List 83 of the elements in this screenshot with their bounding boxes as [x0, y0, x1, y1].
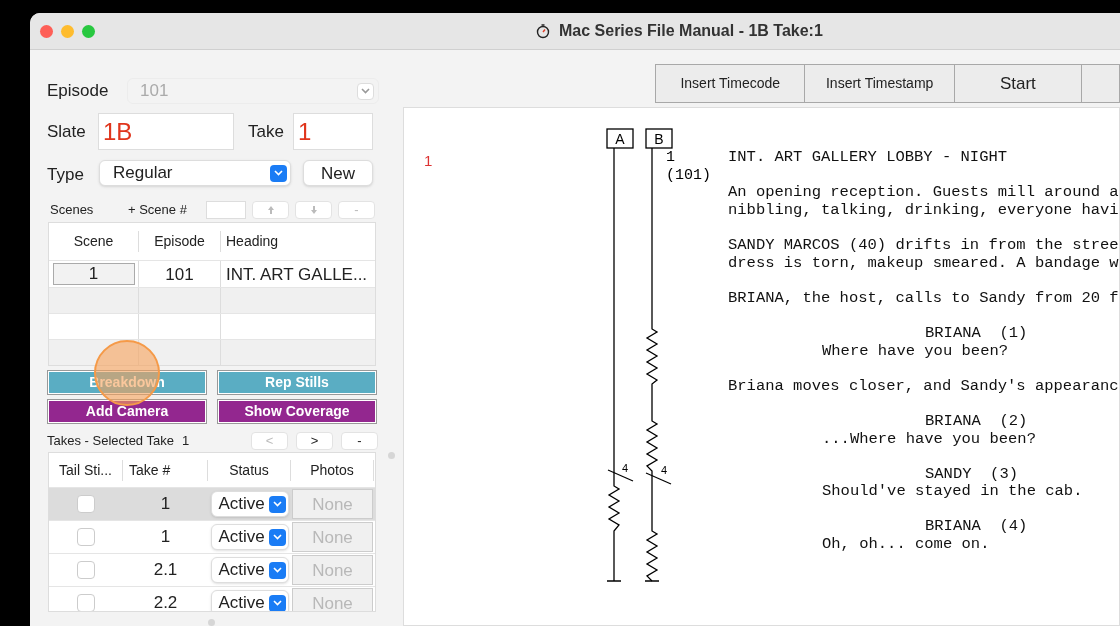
selected-take-number: 1 — [181, 432, 190, 451]
status-select[interactable]: Active — [210, 557, 289, 583]
dialogue-line: Should've stayed in the cab. — [822, 483, 1084, 501]
toolbar-button[interactable]: Start — [953, 64, 1082, 103]
resize-handle-icon[interactable] — [208, 619, 215, 626]
new-button[interactable]: New — [303, 160, 373, 186]
action-line: An opening reception. Guests mill around a — [728, 184, 1119, 202]
table-cell-text: 1 — [159, 526, 172, 549]
next-button[interactable]: > — [296, 432, 333, 450]
show-coverage-button[interactable]: Show Coverage — [218, 400, 376, 423]
checkbox[interactable] — [77, 561, 95, 579]
column-header[interactable]: Heading — [221, 231, 375, 252]
chevron-icon[interactable] — [268, 495, 286, 513]
window-title: Mac Series File Manual - 1B Take:1 — [559, 21, 823, 41]
chevron-icon[interactable] — [268, 594, 286, 611]
minimize-icon[interactable] — [61, 24, 74, 38]
action-line: nibbling, talking, drinking, everyone havi — [728, 201, 1119, 220]
dialogue-line: Oh, oh... come on. — [822, 536, 991, 554]
action-line: SANDY MARCOS (40) drifts in from the stree — [728, 236, 1119, 255]
close-icon[interactable] — [40, 24, 53, 38]
field-label: + Scene # — [128, 201, 188, 220]
column-header[interactable]: Photos — [291, 459, 374, 481]
take-mark: 4 — [622, 462, 629, 474]
dialogue-line: ...Where have you been? — [822, 430, 1037, 449]
slate-field[interactable]: 1B — [98, 113, 234, 150]
status-select[interactable]: Active — [210, 491, 289, 517]
checkbox[interactable] — [77, 528, 95, 546]
field-label: Episode — [47, 80, 110, 103]
scene-episode: (101) — [666, 167, 712, 185]
character-cue: BRIANA (2) — [925, 412, 1029, 431]
chevron-icon[interactable] — [268, 528, 286, 546]
table-cell-text: 2.1 — [152, 559, 179, 582]
remove-button[interactable]: - — [341, 432, 378, 450]
toolbar-button[interactable]: Insert Timecode — [655, 64, 806, 103]
status-select[interactable]: Active — [210, 524, 289, 550]
camera-label: A — [615, 131, 625, 147]
checkbox[interactable] — [77, 594, 95, 611]
section-label: Scenes — [50, 201, 95, 220]
take-row[interactable]: 1 Active None — [49, 520, 375, 553]
column-header[interactable]: Take # — [123, 459, 208, 481]
column-header[interactable]: Status — [208, 459, 291, 481]
scene-number-field[interactable] — [206, 201, 246, 219]
take-row[interactable]: 2.2 Active None — [49, 586, 375, 611]
field-label: Take — [248, 120, 285, 143]
take-mark: 4 — [661, 464, 668, 476]
down-arrow-icon — [309, 205, 318, 215]
table-cell-text: 1 — [159, 493, 172, 516]
toolbar-button[interactable] — [1080, 64, 1120, 103]
add-camera-button[interactable]: Add Camera — [48, 400, 206, 423]
toolbar-button[interactable]: Insert Timestamp — [804, 64, 955, 103]
table-cell-text: 2.2 — [152, 592, 179, 611]
checkbox[interactable] — [77, 495, 95, 513]
chevron-icon[interactable] — [268, 561, 286, 579]
action-line: BRIANA, the host, calls to Sandy from 20 f — [728, 289, 1119, 308]
scene-heading: INT. ART GALLERY LOBBY - NIGHT — [728, 149, 1009, 167]
stopwatch-icon — [535, 23, 551, 39]
column-header[interactable]: Episode — [139, 231, 221, 252]
take-field[interactable]: 1 — [293, 113, 373, 150]
table-cell-text: INT. ART GALLE... — [225, 263, 369, 286]
status-select[interactable]: Active — [210, 590, 289, 611]
up-arrow-icon — [266, 205, 275, 215]
character-cue: BRIANA (1) — [925, 324, 1029, 343]
zoom-icon[interactable] — [82, 24, 95, 38]
scene-label: 1 — [666, 149, 676, 167]
resize-handle-icon[interactable] — [388, 452, 395, 459]
take-row[interactable]: 2.1 Active None — [49, 553, 375, 586]
camera-label: B — [654, 131, 664, 147]
column-header[interactable]: Tail Sti... — [49, 459, 123, 481]
section-label: Takes - Selected Take — [47, 432, 174, 451]
field-label: Slate — [47, 120, 87, 143]
scene-number-button[interactable]: 1 — [52, 263, 135, 285]
action-line: Briana moves closer, and Sandy's appearanc — [728, 377, 1119, 396]
action-line: dress is torn, makeup smeared. A bandage w — [728, 254, 1119, 273]
dialogue-line: Where have you been? — [822, 342, 1010, 361]
type-select[interactable]: Regular — [99, 160, 291, 186]
scene-number: 1 — [424, 152, 433, 169]
character-cue: BRIANA (4) — [925, 518, 1029, 537]
leader-line — [645, 472, 672, 485]
field-label: Type — [47, 163, 85, 186]
character-cue: SANDY (3) — [925, 465, 1019, 484]
column-header[interactable]: Scene — [49, 231, 139, 252]
chevron-icon[interactable] — [270, 164, 287, 182]
take-row[interactable]: 1 Active None — [49, 487, 375, 520]
